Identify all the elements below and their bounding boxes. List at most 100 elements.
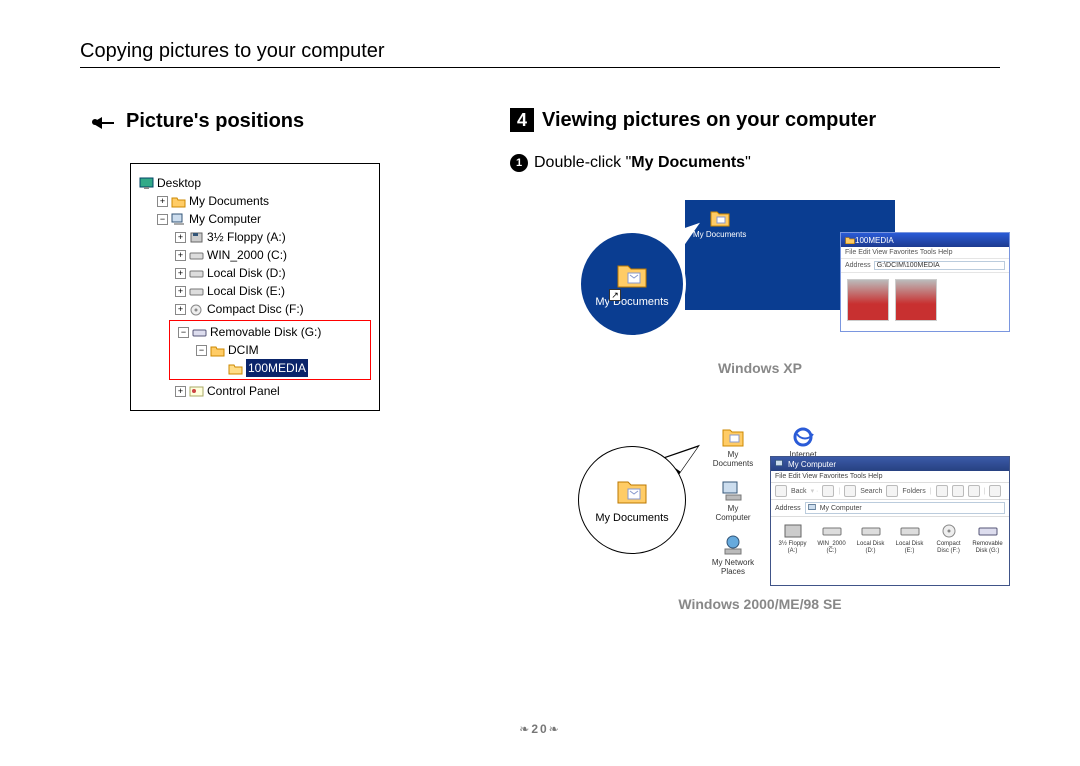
tree-c-drive: + WIN_2000 (C:): [139, 246, 371, 264]
desktop-icon-network: My Network Places: [710, 534, 756, 576]
cd-icon: [939, 523, 959, 539]
folder-tree-box: Desktop + My Documents − My Computer + 3…: [130, 163, 380, 411]
left-heading-row: Picture's positions: [90, 110, 440, 133]
tree-desktop: Desktop: [139, 174, 371, 192]
drive-icon: [822, 523, 842, 539]
w2k-window-menu: File Edit View Favorites Tools Help: [771, 471, 1009, 483]
drive-floppy: 3½ Floppy (A:): [775, 523, 810, 555]
toolbar-button: [968, 485, 980, 497]
expand-icon: +: [175, 250, 186, 261]
my-documents-icon: [615, 476, 649, 506]
drive-e: Local Disk (E:): [892, 523, 927, 555]
xp-desktop-mydocs: My Documents: [693, 208, 746, 239]
toolbar-button: [989, 485, 1001, 497]
step-heading-row: 4 Viewing pictures on your computer: [510, 108, 1010, 132]
substep-text: Double-click "My Documents": [534, 154, 751, 172]
tree-control-panel: + Control Panel: [139, 382, 371, 400]
right-column: 4 Viewing pictures on your computer 1 Do…: [510, 108, 1010, 612]
drive-removable: Removable Disk (G:): [970, 523, 1005, 555]
thumbnail: [895, 279, 937, 321]
step-number-badge: 4: [510, 108, 534, 132]
folders-icon: [886, 485, 898, 497]
drive-icon: [861, 523, 881, 539]
tree-d-drive: + Local Disk (D:): [139, 264, 371, 282]
folder-docs-icon: [721, 426, 745, 448]
drive-icon: [189, 267, 204, 280]
w2k-window-titlebar: My Computer: [771, 457, 1009, 471]
xp-window-menu: File Edit View Favorites Tools Help: [841, 247, 1009, 259]
ie-icon: [791, 426, 815, 448]
back-button-icon: [775, 485, 787, 497]
search-icon: [844, 485, 856, 497]
thumbnail: [847, 279, 889, 321]
drive-icon: [189, 249, 204, 262]
page-header: Copying pictures to your computer: [80, 40, 1000, 68]
tree-100media: 100MEDIA: [172, 359, 368, 377]
w2k-window-toolbar: Back ▾ · | Search Folders | |: [771, 483, 1009, 500]
desktop-icon-mycomputer: My Computer: [710, 480, 756, 522]
desktop-icon-mydocs: My Documents: [710, 426, 756, 468]
drive-icon: [189, 285, 204, 298]
tree-removable: − Removable Disk (G:): [172, 323, 368, 341]
w2k-address-bar: Address My Computer: [771, 500, 1009, 517]
computer-icon: [171, 213, 186, 226]
collapse-icon: −: [196, 345, 207, 356]
illustration-windows-xp: My Documents 100MEDIA File Edit View Fav…: [570, 200, 1010, 350]
page-footer: ❧20❧: [0, 722, 1080, 736]
drive-icon: [900, 523, 920, 539]
tree-dcim: − DCIM: [172, 341, 368, 359]
xp-explorer-window: 100MEDIA File Edit View Favorites Tools …: [840, 232, 1010, 332]
left-heading: Picture's positions: [126, 110, 304, 133]
toolbar-button: [936, 485, 948, 497]
footer-ornament-icon: ❧: [549, 722, 561, 736]
computer-icon: [775, 459, 785, 469]
computer-icon: [808, 503, 818, 513]
tree-my-documents: + My Documents: [139, 192, 371, 210]
folder-icon: [210, 344, 225, 357]
xp-window-thumbs: [841, 273, 1009, 327]
shortcut-arrow-icon: ↗: [609, 289, 621, 301]
toolbar-button: [952, 485, 964, 497]
removable-icon: [192, 326, 207, 339]
step-title: Viewing pictures on your computer: [542, 109, 876, 132]
expand-icon: +: [175, 286, 186, 297]
os-label-xp: Windows XP: [510, 360, 1010, 376]
folder-icon: [171, 195, 186, 208]
xp-address-value: G:\DCIM\100MEDIA: [874, 261, 1005, 270]
left-column: Picture's positions Desktop + My Documen…: [90, 110, 440, 411]
expand-icon: +: [157, 196, 168, 207]
footer-ornament-icon: ❧: [519, 722, 531, 736]
xp-window-titlebar: 100MEDIA: [841, 233, 1009, 247]
page-number: 20: [531, 722, 548, 736]
drive-c: WIN_2000 (C:): [814, 523, 849, 555]
highlighted-path: − Removable Disk (G:) − DCIM 100MEDIA: [169, 320, 371, 380]
floppy-icon: [783, 523, 803, 539]
pointing-hand-icon: [90, 111, 116, 133]
drive-cd: Compact Disc (F:): [931, 523, 966, 555]
w2k-explorer-window: My Computer File Edit View Favorites Too…: [770, 456, 1010, 586]
illustration-windows-2000: My Documents Internet Explorer My Comput…: [570, 426, 1010, 586]
w2k-drives-view: 3½ Floppy (A:) WIN_2000 (C:) Local Disk …: [771, 517, 1009, 561]
w2k-address-value: My Computer: [805, 502, 1005, 514]
desktop-icon: [139, 177, 154, 190]
tree-compact-disc: + Compact Disc (F:): [139, 300, 371, 318]
callout-bubble-w2k: My Documents: [578, 446, 686, 554]
tree-floppy: + 3½ Floppy (A:): [139, 228, 371, 246]
collapse-icon: −: [157, 214, 168, 225]
folder-open-icon: [228, 362, 243, 375]
control-panel-icon: [189, 385, 204, 398]
callout-bubble-xp: ↗ My Documents: [578, 230, 686, 338]
toolbar-button: [822, 485, 834, 497]
expand-icon: +: [175, 304, 186, 315]
page-title: Copying pictures to your computer: [80, 40, 385, 62]
os-label-w2k: Windows 2000/ME/98 SE: [510, 596, 1010, 612]
floppy-icon: [189, 231, 204, 244]
computer-icon: [721, 480, 745, 502]
substep-1: 1 Double-click "My Documents": [510, 154, 1010, 172]
removable-icon: [978, 523, 998, 539]
cd-icon: [189, 303, 204, 316]
tree-my-computer: − My Computer: [139, 210, 371, 228]
substep-number-badge: 1: [510, 154, 528, 172]
collapse-icon: −: [178, 327, 189, 338]
network-icon: [721, 534, 745, 556]
